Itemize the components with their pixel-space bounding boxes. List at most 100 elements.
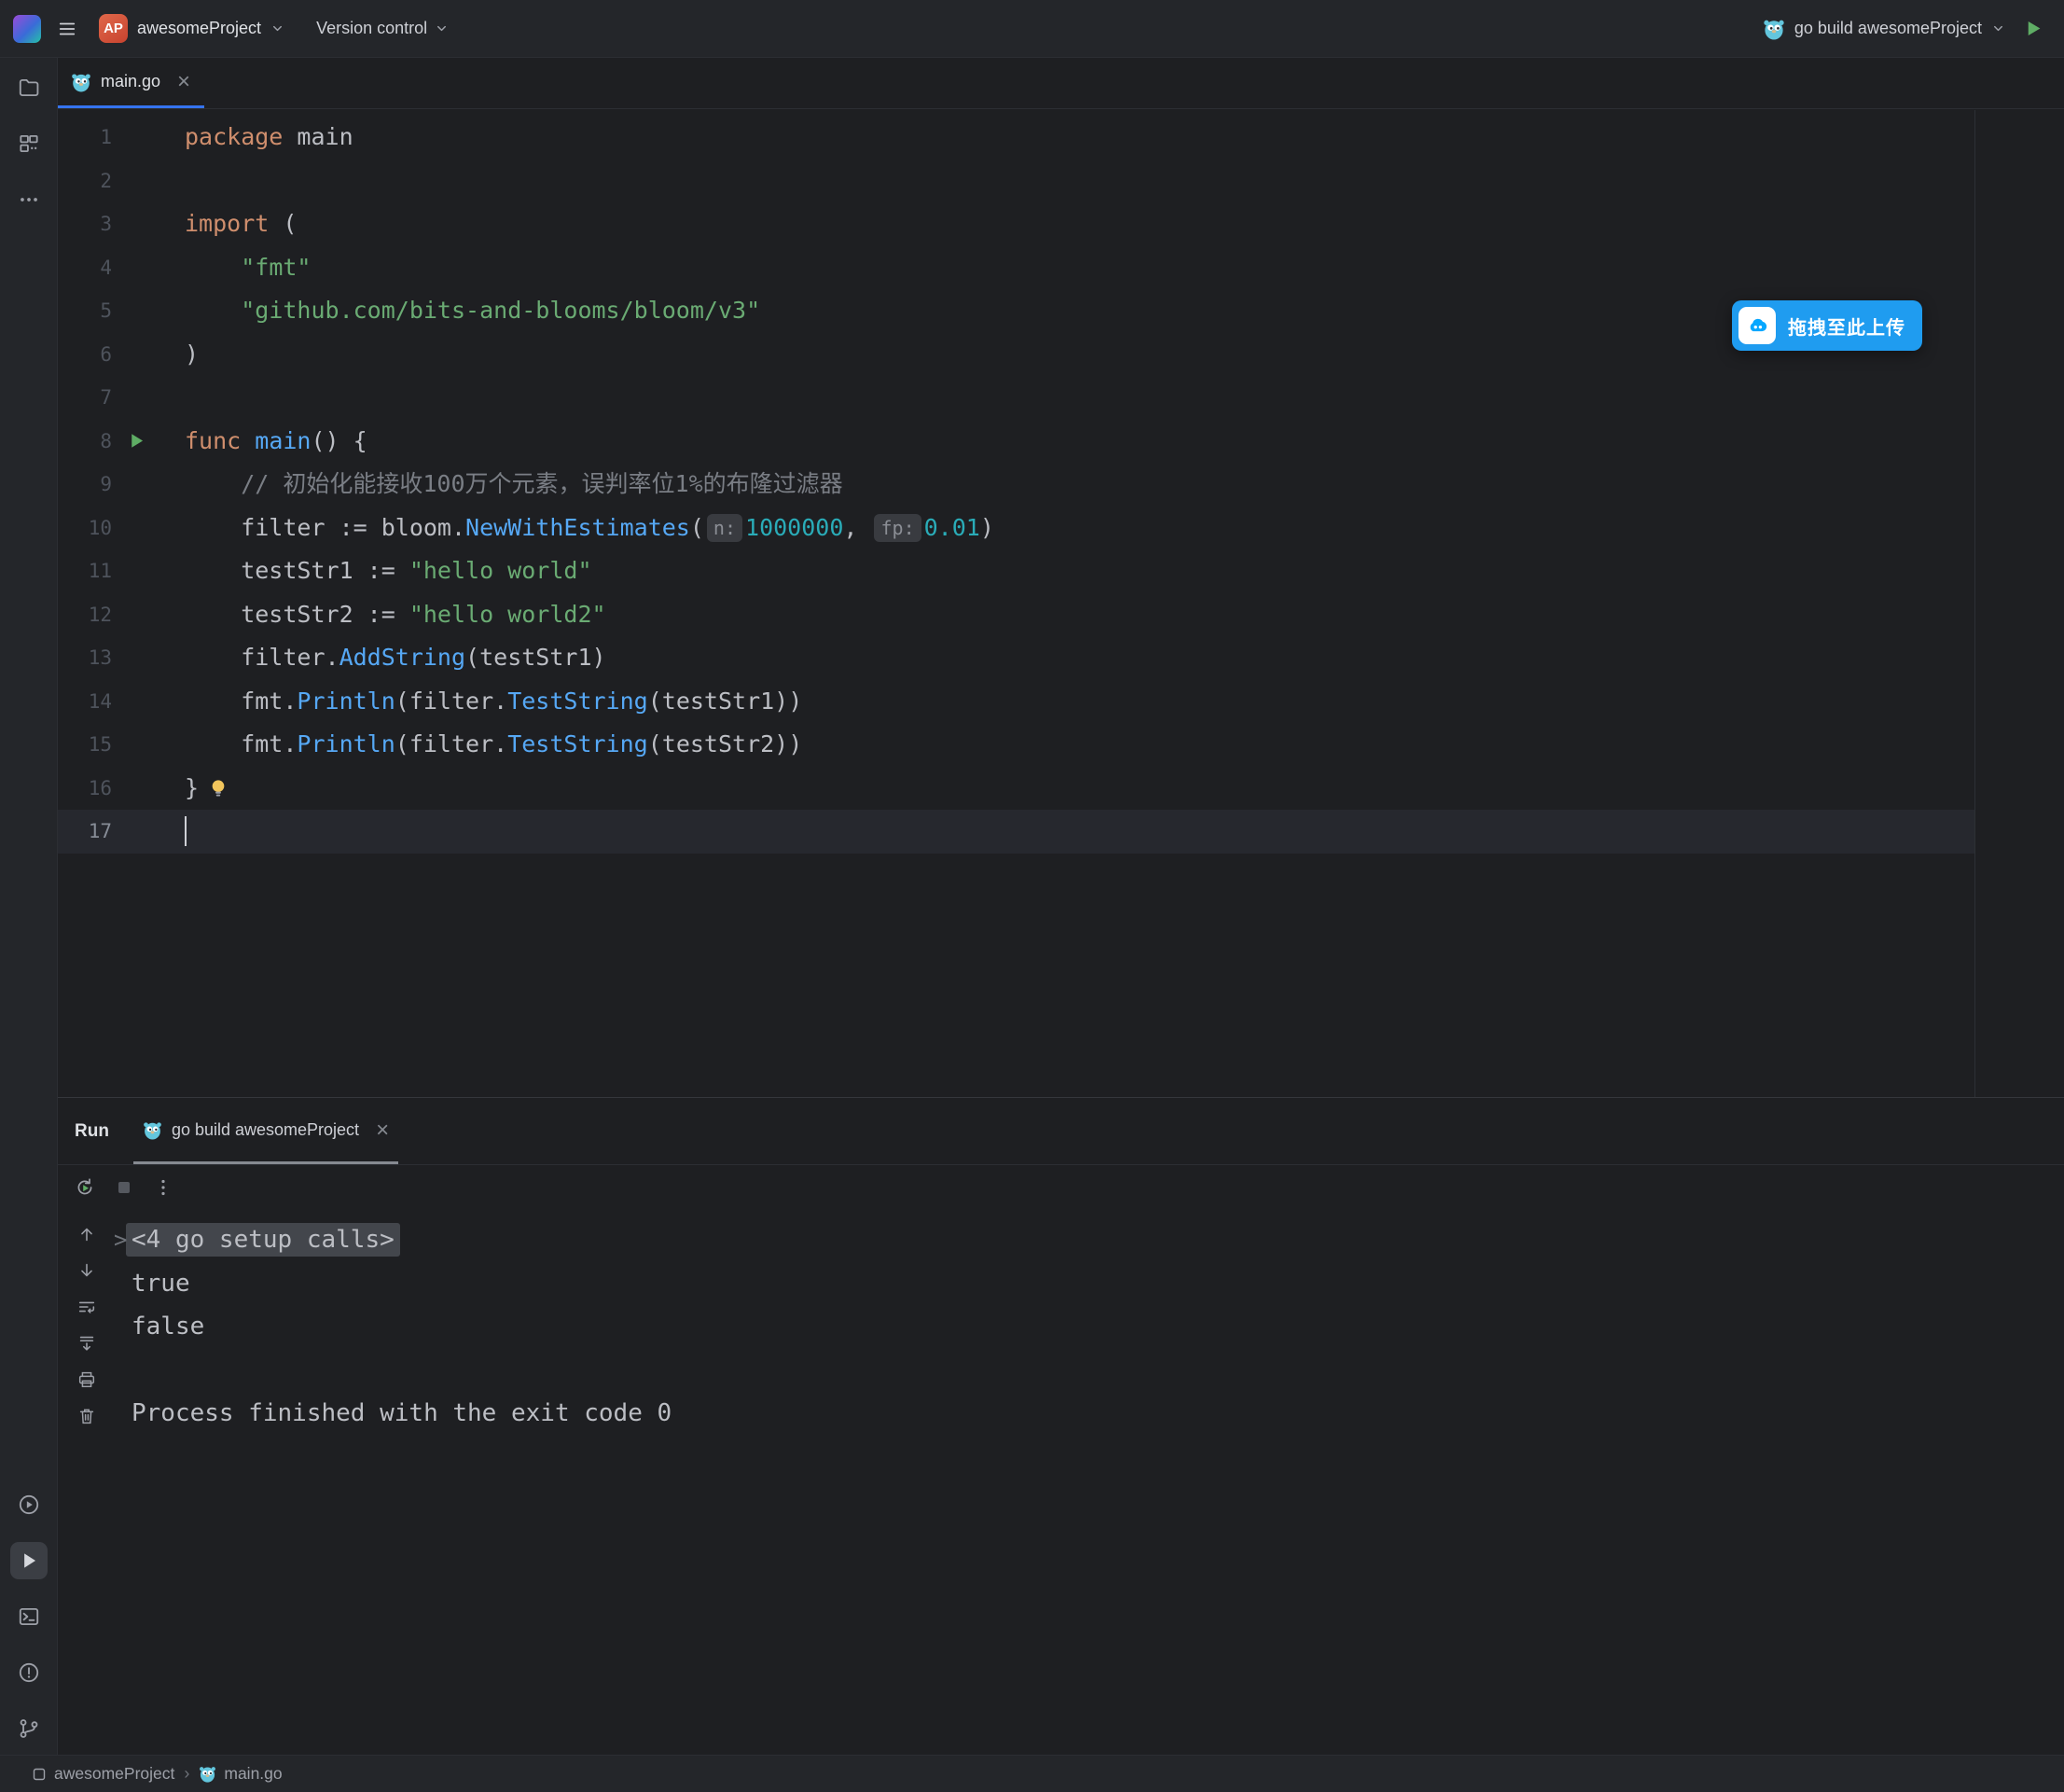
line-number: 15 [58, 723, 112, 767]
code-line[interactable]: 8 func main() { [58, 420, 1974, 464]
gutter-space [112, 333, 185, 377]
main-menu-button[interactable] [52, 14, 82, 44]
code-line[interactable]: 10 filter := bloom.NewWithEstimates(n:10… [58, 507, 1974, 550]
code-text: testStr2 := "hello world2" [185, 593, 606, 637]
sidebar-item-run[interactable] [10, 1542, 48, 1579]
run-button[interactable] [2018, 13, 2049, 44]
code-line[interactable]: 15 fmt.Println(filter.TestString(testStr… [58, 723, 1974, 767]
upload-overlay[interactable]: 拖拽至此上传 [1732, 300, 1922, 351]
code-line[interactable]: 13 filter.AddString(testStr1) [58, 636, 1974, 680]
breadcrumb-project[interactable]: awesomeProject [32, 1764, 174, 1784]
code-line[interactable]: 16} [58, 767, 1974, 811]
hamburger-icon [57, 19, 77, 39]
gutter-space [112, 680, 185, 724]
vcs-label: Version control [316, 19, 427, 38]
module-icon [32, 1767, 47, 1782]
services-icon [17, 1493, 41, 1517]
more-icon [17, 188, 41, 212]
code-line[interactable]: 14 fmt.Println(filter.TestString(testStr… [58, 680, 1974, 724]
project-widget[interactable]: AP awesomeProject [93, 10, 290, 47]
prev-occurrence-icon[interactable] [76, 1224, 97, 1244]
editor-area: main.go × 1package main23import (4 "fmt"… [58, 58, 2064, 1098]
sidebar-item-version-control[interactable] [10, 1710, 48, 1747]
sidebar-item-project[interactable] [10, 69, 48, 106]
rerun-icon [74, 1176, 96, 1199]
code-text: testStr1 := "hello world" [185, 549, 592, 593]
code-line[interactable]: 7 [58, 376, 1974, 420]
line-number: 17 [58, 810, 112, 854]
code-text: // 初始化能接收100万个元素，误判率位1%的布隆过滤器 [185, 463, 843, 507]
sidebar-item-more-tools[interactable] [10, 181, 48, 218]
gutter-space [112, 723, 185, 767]
console-line: ><4 go setup calls> [114, 1218, 2064, 1262]
code-text: func main() { [185, 420, 367, 464]
stop-button[interactable] [108, 1172, 140, 1203]
gutter-space [112, 202, 185, 246]
next-occurrence-icon[interactable] [76, 1260, 97, 1281]
console-more-button[interactable] [147, 1172, 179, 1203]
run-tab-close-icon[interactable]: × [376, 1119, 389, 1142]
breadcrumb-file-label: main.go [224, 1764, 282, 1784]
code-text: filter.AddString(testStr1) [185, 636, 606, 680]
breadcrumb-separator: › [184, 1764, 189, 1784]
kebab-menu-icon [152, 1176, 174, 1199]
console-line: Process finished with the exit code 0 [114, 1392, 2064, 1436]
code-line[interactable]: 17 [58, 810, 1974, 854]
sidebar-item-structure[interactable] [10, 125, 48, 162]
run-toolbar [58, 1165, 2064, 1210]
code-line[interactable]: 3import ( [58, 202, 1974, 246]
run-line-icon [127, 431, 146, 451]
run-config-label: go build awesomeProject [1794, 19, 1982, 38]
code-text: fmt.Println(filter.TestString(testStr1)) [185, 680, 802, 724]
code-line[interactable]: 9 // 初始化能接收100万个元素，误判率位1%的布隆过滤器 [58, 463, 1974, 507]
chevron-down-icon [1991, 21, 2005, 35]
run-play-icon [2023, 18, 2044, 39]
code-line[interactable]: 5 "github.com/bits-and-blooms/bloom/v3" [58, 289, 1974, 333]
run-config-selector[interactable]: go build awesomeProject [1763, 18, 2005, 40]
rerun-button[interactable] [69, 1172, 101, 1203]
gopher-icon [199, 1765, 216, 1783]
sidebar-item-services[interactable] [10, 1486, 48, 1523]
line-number: 7 [58, 376, 112, 420]
vcs-widget[interactable]: Version control [316, 19, 449, 38]
code-editor[interactable]: 1package main23import (4 "fmt"5 "github.… [58, 110, 1974, 1097]
sidebar-item-problems[interactable] [10, 1654, 48, 1691]
breadcrumb-file[interactable]: main.go [199, 1764, 282, 1784]
gutter-space [112, 463, 185, 507]
run-tool-icon [17, 1549, 41, 1573]
console-folded-text: <4 go setup calls> [126, 1223, 400, 1257]
tab-close-icon[interactable]: × [177, 71, 190, 93]
gutter-space [112, 289, 185, 333]
stop-icon [113, 1176, 135, 1199]
line-number: 8 [58, 420, 112, 464]
code-line[interactable]: 6) [58, 333, 1974, 377]
gutter-space [112, 116, 185, 160]
code-line[interactable]: 2 [58, 160, 1974, 203]
code-line[interactable]: 4 "fmt" [58, 246, 1974, 290]
print-icon[interactable] [76, 1369, 97, 1390]
clear-console-icon[interactable] [76, 1406, 97, 1426]
editor-tab-main-go[interactable]: main.go × [58, 58, 204, 108]
quickfix-bulb[interactable] [208, 778, 229, 799]
soft-wrap-icon[interactable] [76, 1297, 97, 1317]
status-bar: awesomeProject › main.go [0, 1755, 2064, 1792]
run-tab-go-build[interactable]: go build awesomeProject × [133, 1099, 398, 1164]
console-output[interactable]: ><4 go setup calls>truefalseProcess fini… [114, 1218, 2064, 1755]
activity-bar [0, 58, 58, 1755]
console-line [114, 1349, 2064, 1393]
scroll-to-end-icon[interactable] [76, 1333, 97, 1354]
upload-overlay-label: 拖拽至此上传 [1788, 313, 1905, 340]
caret [185, 816, 187, 846]
gutter-space [112, 507, 185, 550]
sidebar-item-terminal[interactable] [10, 1598, 48, 1635]
run-gutter-button[interactable] [112, 420, 185, 464]
breadcrumb-project-label: awesomeProject [54, 1764, 174, 1784]
code-line[interactable]: 12 testStr2 := "hello world2" [58, 593, 1974, 637]
code-line[interactable]: 1package main [58, 116, 1974, 160]
code-line[interactable]: 11 testStr1 := "hello world" [58, 549, 1974, 593]
git-branch-icon [17, 1716, 41, 1741]
gutter-space [112, 767, 185, 811]
fold-expander-icon[interactable]: > [114, 1218, 127, 1262]
code-text: import ( [185, 202, 297, 246]
gutter-space [112, 636, 185, 680]
